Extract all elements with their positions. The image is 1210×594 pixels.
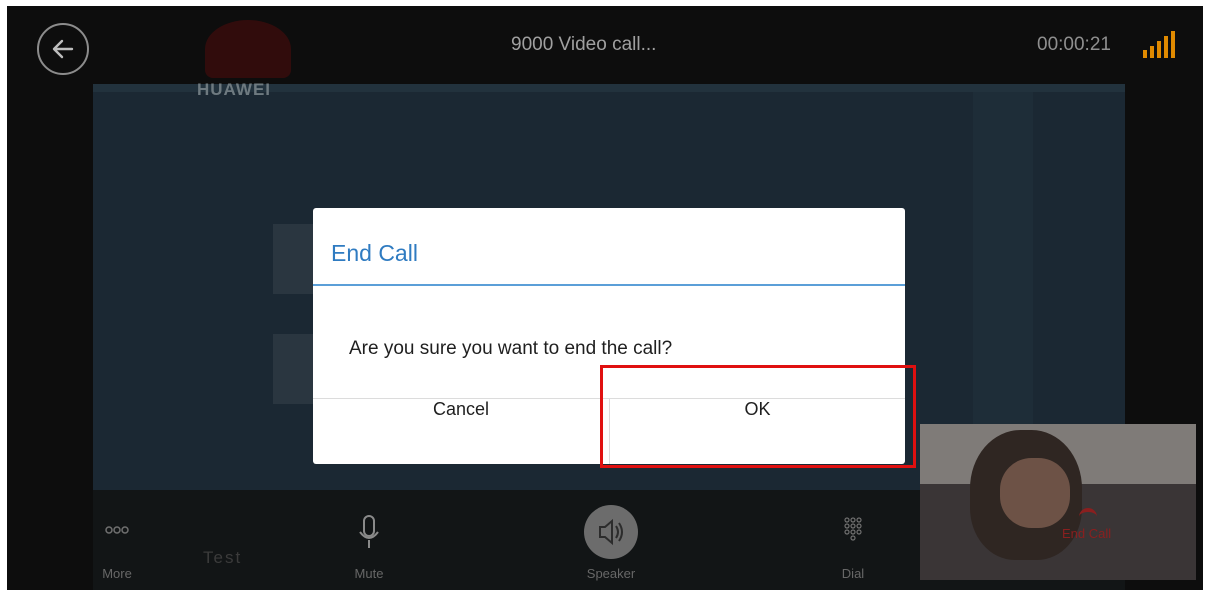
call-title: 9000 Video call... xyxy=(511,34,657,55)
top-bar: 9000 Video call... 00:00:21 xyxy=(7,6,1203,82)
ok-button[interactable]: OK xyxy=(610,399,905,464)
dial-label: Dial xyxy=(841,566,865,581)
dial-button[interactable]: Dial xyxy=(808,490,898,590)
microphone-icon xyxy=(324,510,414,558)
speaker-icon xyxy=(566,504,656,564)
dialpad-icon xyxy=(808,510,898,554)
signal-strength-icon xyxy=(1143,31,1175,58)
more-button[interactable]: More xyxy=(72,490,162,590)
dialog-message: Are you sure you want to end the call? xyxy=(349,338,673,359)
more-label: More xyxy=(102,566,132,581)
hangup-icon[interactable] xyxy=(1079,508,1097,520)
self-preview-video[interactable] xyxy=(920,424,1196,580)
arrow-left-icon xyxy=(52,39,74,59)
end-call-dialog: End Call Are you sure you want to end th… xyxy=(313,208,905,464)
speaker-button[interactable]: Speaker xyxy=(566,490,656,590)
back-button[interactable] xyxy=(37,23,89,75)
call-timer: 00:00:21 xyxy=(1037,34,1111,55)
cancel-button[interactable]: Cancel xyxy=(313,399,609,464)
dialog-divider xyxy=(313,284,905,286)
dialog-title: End Call xyxy=(331,240,418,266)
speaker-label: Speaker xyxy=(586,566,636,581)
mute-label: Mute xyxy=(354,566,384,581)
more-icon xyxy=(72,510,162,554)
mute-button[interactable]: Mute xyxy=(324,490,414,590)
end-call-label[interactable]: End Call xyxy=(1062,526,1111,541)
video-overlay-text: Test xyxy=(203,548,243,567)
huawei-logo-text: HUAWEI xyxy=(197,80,271,99)
